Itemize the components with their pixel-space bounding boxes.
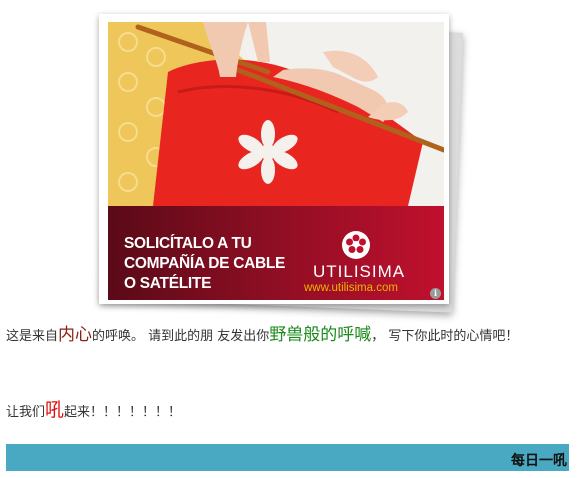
ad-info-icon[interactable]: i	[430, 288, 441, 299]
shout-paragraph: 让我们吼起来！！！！！！！	[6, 396, 551, 427]
intro-text: 这是来自	[6, 329, 59, 344]
ad-headline-line: O SATÉLITE	[124, 275, 212, 292]
utilisima-logo-icon	[342, 231, 370, 259]
ad-headline-line: COMPAÑÍA DE CABLE	[124, 255, 286, 272]
ad-headline: SOLICÍTALO A TU COMPAÑÍA DE CABLE O SATÉ…	[124, 234, 285, 294]
intro-text: 的呼唤。 请到此的朋 友发出你	[92, 329, 270, 344]
ad-frame: SOLICÍTALO A TU COMPAÑÍA DE CABLE O SATÉ…	[99, 14, 449, 304]
daily-shout-header: 每日一吼	[6, 444, 569, 471]
intro-text: ， 写下你此时的心情吧！	[371, 329, 519, 344]
roar-text: 吼	[45, 399, 65, 421]
shout-text: 让我们	[6, 405, 46, 420]
section-title: 每日一吼	[511, 453, 567, 469]
intro-paragraph: 这是来自内心的呼唤。 请到此的朋 友发出你野兽般的呼喊， 写下你此时的心情吧！	[6, 321, 551, 351]
ad-brand-name: UTILISIMA	[313, 262, 406, 281]
ad-card[interactable]: SOLICÍTALO A TU COMPAÑÍA DE CABLE O SATÉ…	[96, 14, 464, 313]
ad-banner[interactable]: SOLICÍTALO A TU COMPAÑÍA DE CABLE O SATÉ…	[108, 22, 444, 300]
inner-heart-text: 内心	[58, 325, 93, 345]
ad-url-link[interactable]: www.utilisima.com	[304, 282, 398, 294]
shout-text: 起来！！！！！！！	[64, 405, 182, 420]
wild-call-text: 野兽般的呼喊	[269, 325, 372, 345]
ad-headline-line: SOLICÍTALO A TU	[124, 235, 252, 252]
